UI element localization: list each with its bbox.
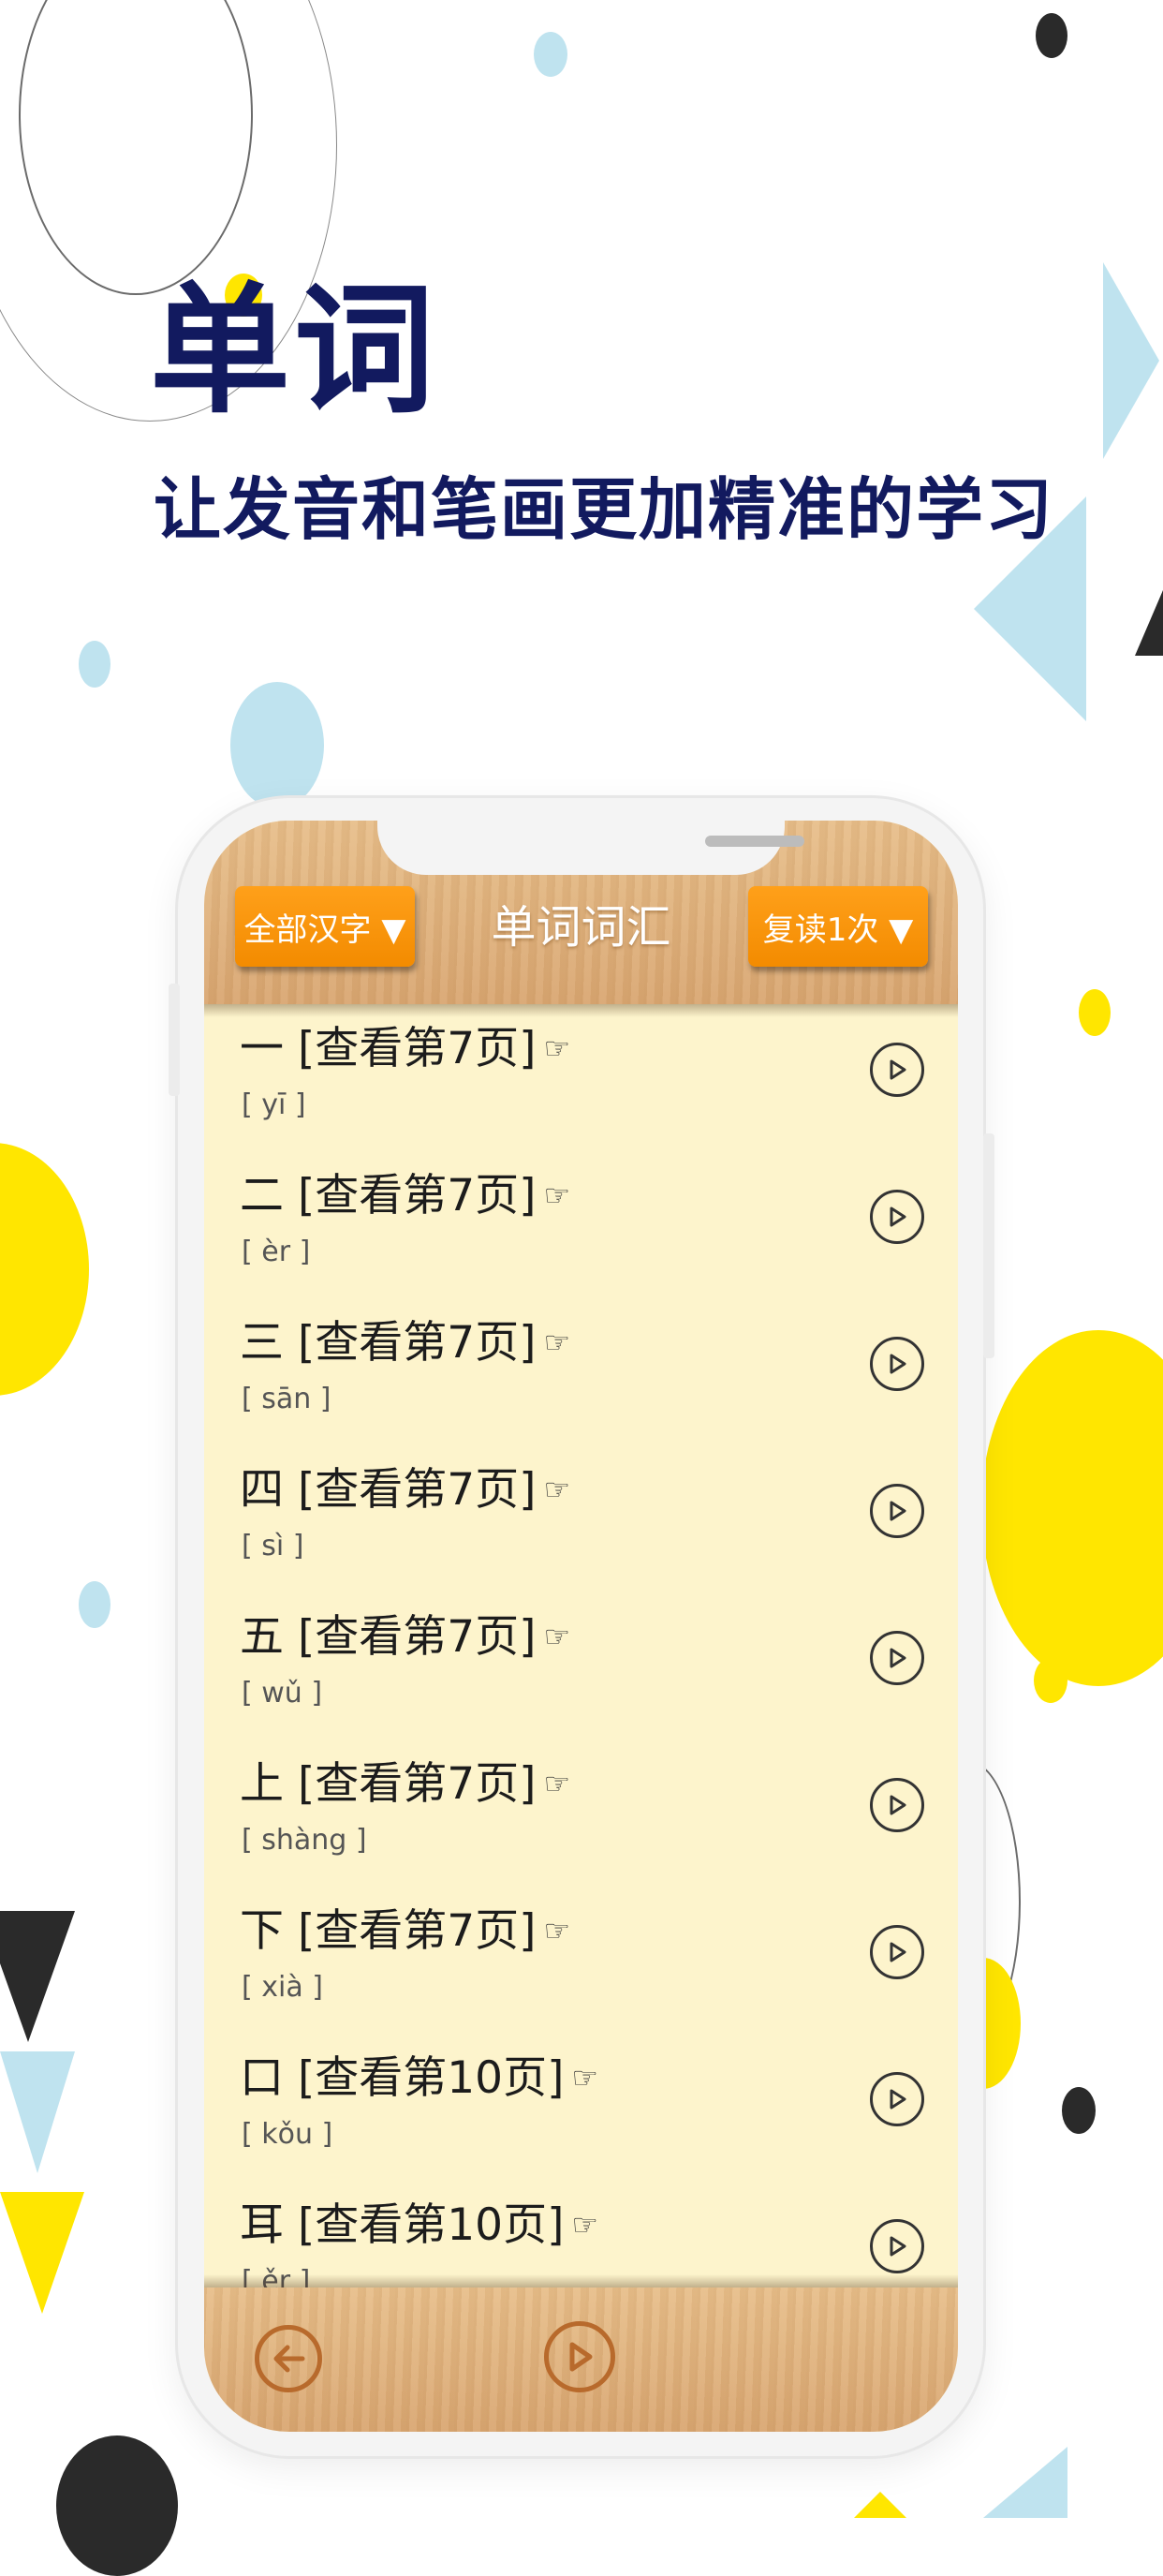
play-icon [890, 1354, 906, 1374]
word-list[interactable]: 一 [查看第7页] ☞ [ yī ] 二 [查看第7页] ☞ [ èr ] 三 … [204, 1004, 958, 2287]
play-icon [890, 1501, 906, 1521]
pointing-hand-icon[interactable]: ☞ [544, 1768, 571, 1800]
word-label[interactable]: 口 [查看第10页] [240, 2054, 564, 2103]
app-footer [204, 2287, 958, 2432]
word-label[interactable]: 三 [查看第7页] [240, 1319, 537, 1368]
word-row: 三 [查看第7页] ☞ [240, 1319, 570, 1368]
play-button[interactable] [870, 1631, 924, 1685]
word-row: 五 [查看第7页] ☞ [240, 1613, 570, 1662]
play-button[interactable] [870, 1778, 924, 1832]
list-item[interactable]: 上 [查看第7页] ☞ [ shàng ] [204, 1740, 958, 1887]
pinyin-text: [ wǔ ] [242, 1677, 323, 1710]
back-button[interactable] [255, 2325, 322, 2392]
list-item[interactable]: 下 [查看第7页] ☞ [ xià ] [204, 1887, 958, 2034]
play-button[interactable] [870, 1337, 924, 1391]
word-label[interactable]: 上 [查看第7页] [240, 1760, 537, 1809]
word-label[interactable]: 二 [查看第7页] [240, 1172, 537, 1221]
pointing-hand-icon[interactable]: ☞ [571, 2062, 598, 2095]
pointing-hand-icon[interactable]: ☞ [544, 1473, 571, 1506]
play-all-button[interactable] [544, 2321, 615, 2392]
phone-power-button [983, 1133, 994, 1358]
repeat-dropdown-button[interactable]: 复读1次 ▼ [748, 886, 928, 967]
pointing-hand-icon[interactable]: ☞ [544, 1032, 571, 1065]
play-icon [890, 1795, 906, 1815]
promo-subtitle: 让发音和笔画更加精准的学习 [154, 470, 1055, 549]
word-label[interactable]: 五 [查看第7页] [240, 1613, 537, 1662]
word-row: 耳 [查看第10页] ☞ [240, 2201, 598, 2250]
word-row: 下 [查看第7页] ☞ [240, 1907, 570, 1956]
list-item[interactable]: 二 [查看第7页] ☞ [ èr ] [204, 1151, 958, 1298]
play-button[interactable] [870, 2072, 924, 2126]
word-row: 一 [查看第7页] ☞ [240, 1025, 570, 1073]
play-icon [890, 1059, 906, 1080]
speaker-grille [705, 836, 804, 847]
play-icon [890, 2089, 906, 2110]
pinyin-text: [ yī ] [242, 1088, 306, 1121]
footer-divider [204, 2274, 958, 2287]
phone-side-button [169, 984, 180, 1096]
phone-notch [377, 821, 804, 875]
app-screen: 全部汉字 ▼ 单词词汇 复读1次 ▼ 一 [查看第7页] ☞ [ yī ] 二 … [204, 821, 958, 2432]
word-label[interactable]: 四 [查看第7页] [240, 1466, 537, 1515]
pinyin-text: [ sì ] [242, 1530, 304, 1562]
play-button[interactable] [870, 1925, 924, 1979]
word-label[interactable]: 耳 [查看第10页] [240, 2201, 564, 2250]
list-item[interactable]: 四 [查看第7页] ☞ [ sì ] [204, 1445, 958, 1592]
pinyin-text: [ kǒu ] [242, 2118, 333, 2151]
play-button[interactable] [870, 1043, 924, 1097]
word-row: 四 [查看第7页] ☞ [240, 1466, 570, 1515]
list-item[interactable]: 口 [查看第10页] ☞ [ kǒu ] [204, 2034, 958, 2181]
pointing-hand-icon[interactable]: ☞ [544, 1621, 571, 1653]
pinyin-text: [ èr ] [242, 1236, 311, 1268]
play-icon [890, 1942, 906, 1962]
pointing-hand-icon[interactable]: ☞ [544, 1326, 571, 1359]
list-item[interactable]: 五 [查看第7页] ☞ [ wǔ ] [204, 1592, 958, 1740]
back-arrow-icon [273, 2345, 305, 2373]
pinyin-text: [ shàng ] [242, 1824, 367, 1857]
play-icon [890, 1207, 906, 1227]
play-icon [890, 2236, 906, 2257]
list-item[interactable]: 耳 [查看第10页] ☞ [ ěr ] [204, 2181, 958, 2287]
word-row: 二 [查看第7页] ☞ [240, 1172, 570, 1221]
word-row: 上 [查看第7页] ☞ [240, 1760, 570, 1809]
play-button[interactable] [870, 1190, 924, 1244]
pinyin-text: [ sān ] [242, 1383, 331, 1415]
pointing-hand-icon[interactable]: ☞ [544, 1915, 571, 1947]
word-label[interactable]: 一 [查看第7页] [240, 1025, 537, 1073]
word-row: 口 [查看第10页] ☞ [240, 2054, 598, 2103]
word-label[interactable]: 下 [查看第7页] [240, 1907, 537, 1956]
play-icon [890, 1648, 906, 1668]
play-icon [569, 2342, 593, 2372]
pointing-hand-icon[interactable]: ☞ [544, 1179, 571, 1212]
list-item[interactable]: 一 [查看第7页] ☞ [ yī ] [204, 1004, 958, 1151]
play-button[interactable] [870, 1484, 924, 1538]
list-item[interactable]: 三 [查看第7页] ☞ [ sān ] [204, 1298, 958, 1445]
app-header: 全部汉字 ▼ 单词词汇 复读1次 ▼ [204, 821, 958, 1004]
pointing-hand-icon[interactable]: ☞ [571, 2209, 598, 2242]
play-button[interactable] [870, 2219, 924, 2273]
promo-title: 单词 [150, 270, 439, 433]
pinyin-text: [ xià ] [242, 1971, 323, 2004]
